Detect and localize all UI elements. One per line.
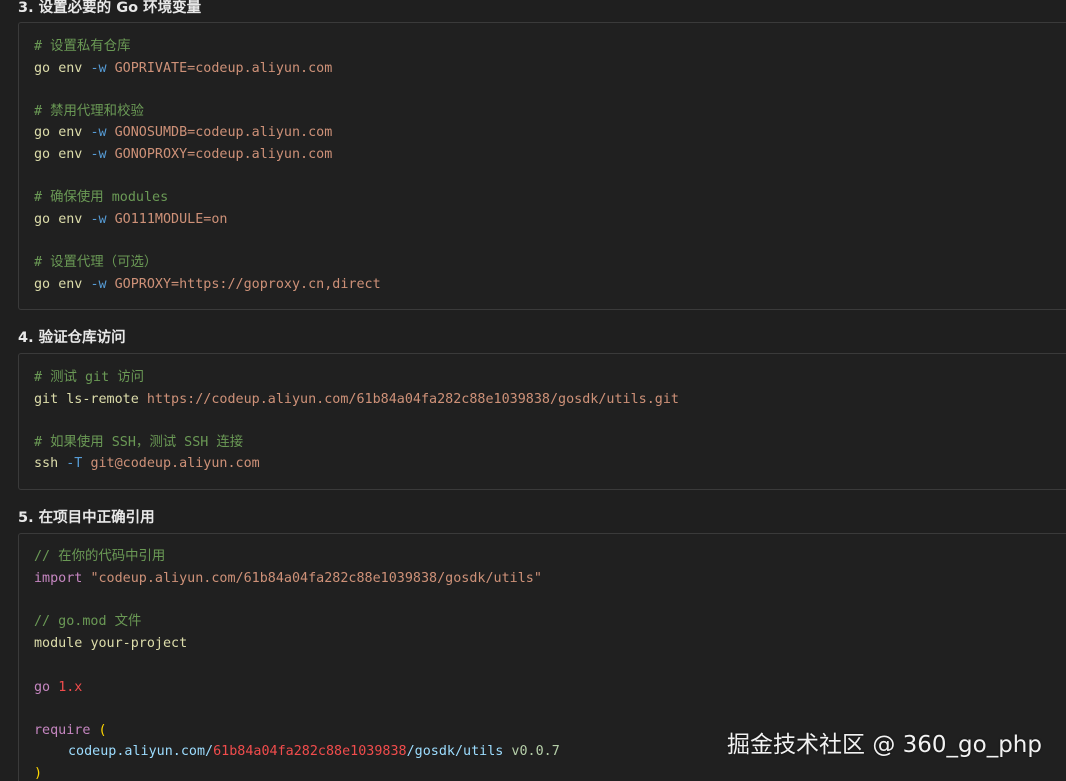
code-comment: // 在你的代码中引用: [34, 549, 166, 564]
code-comment: # 如果使用 SSH，测试 SSH 连接: [34, 435, 244, 450]
code-line: import "codeup.aliyun.com/61b84a04fa282c…: [34, 571, 542, 586]
code-comment: // go.mod 文件: [34, 614, 142, 629]
code-comment: # 测试 git 访问: [34, 370, 144, 385]
code-line: codeup.aliyun.com/61b84a04fa282c88e10398…: [68, 744, 560, 759]
section-heading-verify: 4. 验证仓库访问: [18, 330, 126, 346]
code-line: require (: [34, 723, 107, 738]
code-comment: # 确保使用 modules: [34, 190, 169, 205]
code-line: go 1.x: [34, 680, 83, 695]
code-comment: # 禁用代理和校验: [34, 104, 144, 119]
code-line: go env -w GOPRIVATE=codeup.aliyun.com: [34, 61, 333, 76]
code-line: go env -w GONOSUMDB=codeup.aliyun.com: [34, 125, 333, 140]
code-line: go env -w GONOPROXY=codeup.aliyun.com: [34, 147, 333, 162]
section-heading-env: 3. 设置必要的 Go 环境变量: [18, 0, 202, 16]
code-block-env: # 设置私有仓库 go env -w GOPRIVATE=codeup.aliy…: [18, 22, 1066, 310]
code-line: ssh -T git@codeup.aliyun.com: [34, 456, 260, 471]
code-line: go env -w GO111MODULE=on: [34, 212, 228, 227]
code-line: module your-project: [34, 636, 188, 651]
watermark: 掘金技术社区 @ 360_go_php: [727, 732, 1042, 758]
code-line: go env -w GOPROXY=https://goproxy.cn,dir…: [34, 277, 381, 292]
code-comment: # 设置私有仓库: [34, 39, 131, 54]
code-block-verify: # 测试 git 访问 git ls-remote https://codeup…: [18, 353, 1066, 490]
code-line: ): [34, 766, 43, 781]
code-line: git ls-remote https://codeup.aliyun.com/…: [34, 392, 679, 407]
section-heading-import: 5. 在项目中正确引用: [18, 510, 155, 526]
code-comment: # 设置代理（可选）: [34, 255, 158, 270]
